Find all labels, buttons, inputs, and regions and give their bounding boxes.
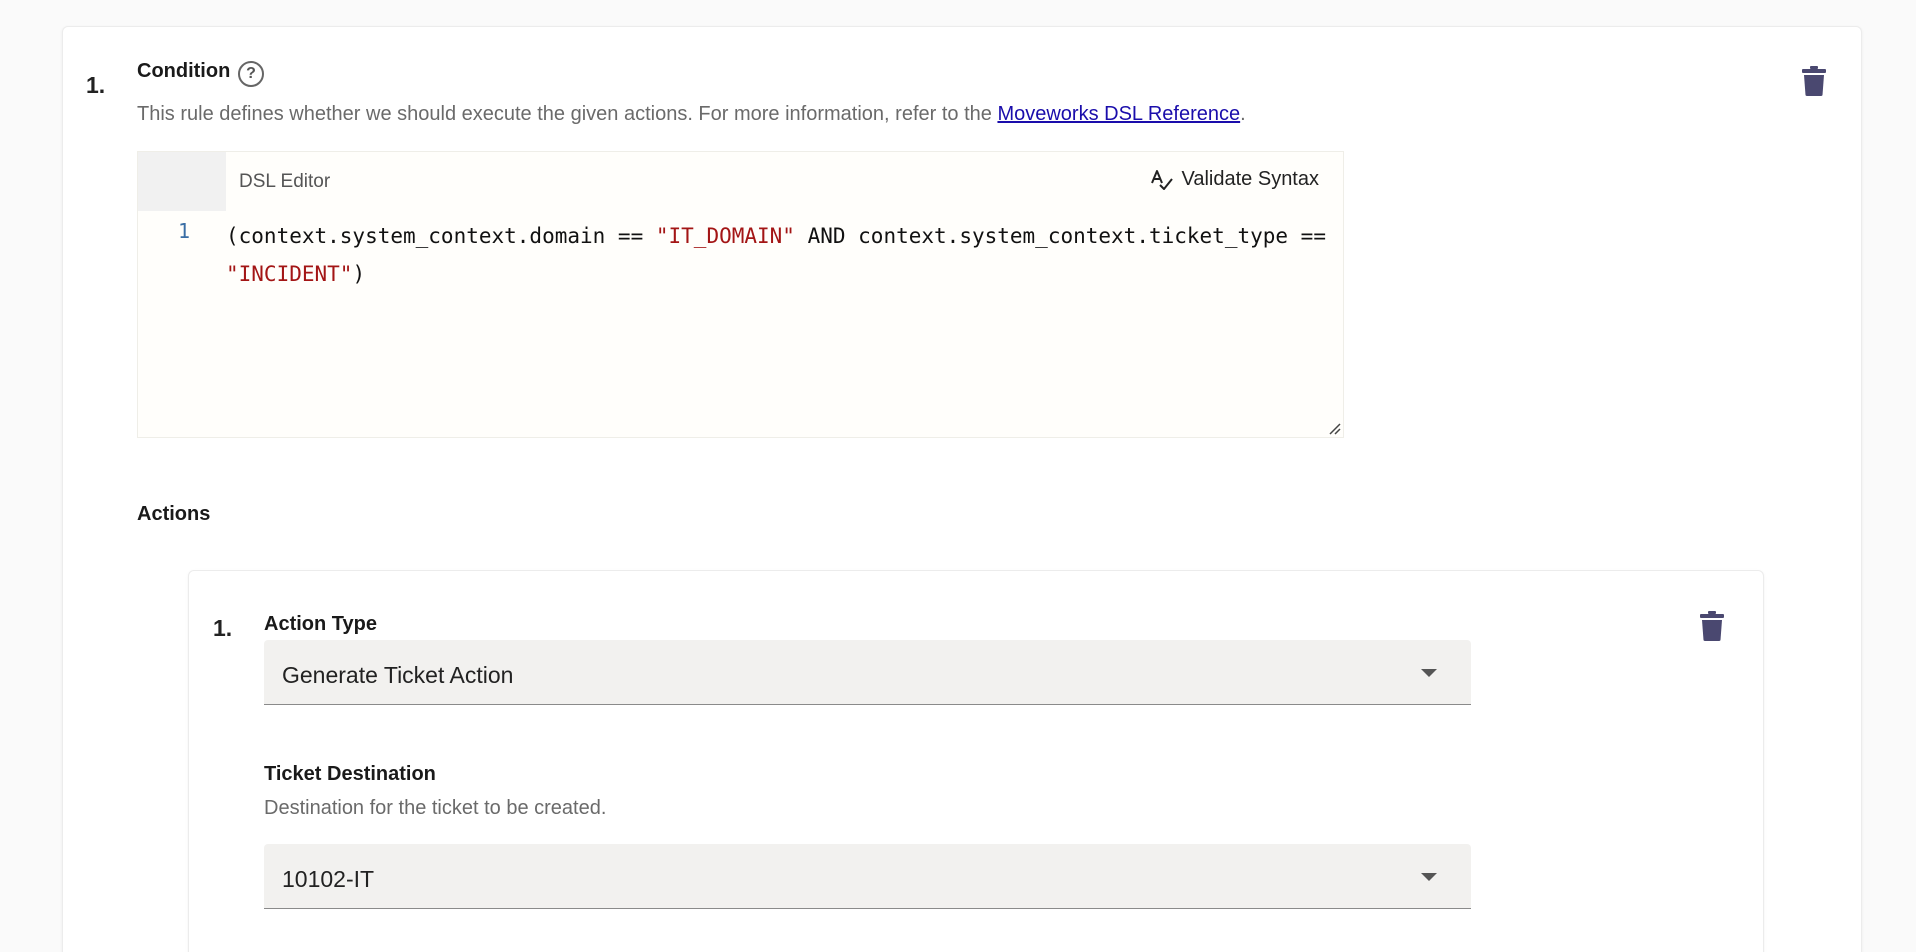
action-type-value: Generate Ticket Action xyxy=(282,662,514,688)
code-segment: ) xyxy=(352,262,366,286)
ticket-destination-help: Destination for the ticket to be created… xyxy=(264,797,607,819)
editor-gutter-header xyxy=(138,152,226,211)
validate-syntax-label: Validate Syntax xyxy=(1181,168,1320,190)
code-string-literal: "INCIDENT" xyxy=(226,262,353,286)
condition-title: Condition xyxy=(137,60,231,82)
action-type-label: Action Type xyxy=(264,613,377,635)
condition-description-suffix: . xyxy=(1240,103,1246,125)
actions-title: Actions xyxy=(137,503,211,525)
resize-handle-icon[interactable] xyxy=(1327,421,1341,435)
code-segment: AND context.system_context.ticket_type =… xyxy=(794,224,1326,248)
action-type-select[interactable]: Generate Ticket Action xyxy=(264,640,1471,705)
ticket-destination-select[interactable]: 10102-IT xyxy=(264,844,1471,909)
condition-description: This rule defines whether we should exec… xyxy=(137,103,1246,126)
dropdown-arrow-icon xyxy=(1421,873,1437,881)
delete-rule-trash-icon[interactable] xyxy=(1802,66,1826,96)
line-number: 1 xyxy=(178,219,191,243)
dsl-reference-link[interactable]: Moveworks DSL Reference xyxy=(997,103,1240,125)
code-content[interactable]: (context.system_context.domain == "IT_DO… xyxy=(226,217,1331,293)
help-icon[interactable]: ? xyxy=(238,61,264,87)
condition-description-text: This rule defines whether we should exec… xyxy=(137,103,998,125)
dsl-editor[interactable]: DSL Editor Validate Syntax 1 (context.sy… xyxy=(137,151,1344,438)
dropdown-arrow-icon xyxy=(1421,669,1437,677)
delete-action-trash-icon[interactable] xyxy=(1700,611,1724,641)
ticket-destination-label: Ticket Destination xyxy=(264,763,436,785)
rule-number: 1. xyxy=(86,72,106,98)
code-string-literal: "IT_DOMAIN" xyxy=(655,224,795,248)
editor-label: DSL Editor xyxy=(239,171,331,192)
spellcheck-icon xyxy=(1150,169,1173,190)
code-segment: (context.system_context.domain == xyxy=(226,224,656,248)
action-number: 1. xyxy=(213,615,233,641)
ticket-destination-value: 10102-IT xyxy=(282,866,375,892)
validate-syntax-button[interactable]: Validate Syntax xyxy=(1150,168,1320,191)
